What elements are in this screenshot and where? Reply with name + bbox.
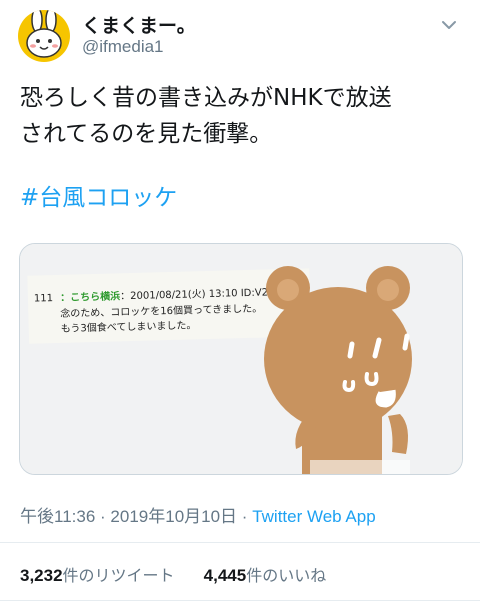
tweet-line-2: されてるのを見た衝撃。 — [20, 121, 273, 147]
meta-separator: · — [100, 507, 106, 526]
tweet-time[interactable]: 午後11:36 — [20, 507, 95, 526]
divider — [0, 542, 480, 543]
tweet-line-1: 恐ろしく昔の書き込みがNHKで放送 — [20, 85, 392, 111]
hashtag-link[interactable]: #台風コロッケ — [20, 178, 177, 212]
avatar[interactable] — [18, 10, 70, 62]
tweet-media-image[interactable]: 111 ：こちら横浜：2001/08/21(火) 13:10 ID:V2igkN… — [19, 243, 463, 475]
retweets-stat[interactable]: 3,232件のリツイート — [20, 562, 175, 586]
likes-label: 件のいいね — [246, 566, 327, 585]
likes-count: 4,445 — [203, 566, 247, 585]
tweet-source-link[interactable]: Twitter Web App — [252, 507, 375, 526]
retweets-label: 件のリツイート — [62, 566, 175, 585]
media-illustration: 111 ：こちら横浜：2001/08/21(火) 13:10 ID:V2igkN… — [20, 244, 462, 474]
tweet-stats: 3,232件のリツイート 4,445件のいいね — [20, 562, 350, 586]
tweet-date[interactable]: 2019年10月10日 — [110, 507, 237, 526]
user-handle[interactable]: @ifmedia1 — [82, 37, 164, 57]
post-name: こちら横浜 — [70, 289, 120, 303]
likes-stat[interactable]: 4,445件のいいね — [204, 562, 327, 586]
chevron-down-icon[interactable] — [438, 14, 460, 36]
tweet-meta: 午後11:36 · 2019年10月10日 · Twitter Web App — [20, 502, 376, 527]
tweet-text: 恐ろしく昔の書き込みがNHKで放送 されてるのを見た衝撃。 — [20, 80, 460, 152]
display-name[interactable]: くまくまー。 — [82, 11, 196, 38]
meta-separator-2: · — [241, 507, 248, 526]
rabbit-face-icon — [26, 10, 62, 58]
post-number: 111 — [34, 293, 53, 304]
divider — [0, 600, 480, 601]
retweets-count: 3,232 — [20, 566, 63, 585]
